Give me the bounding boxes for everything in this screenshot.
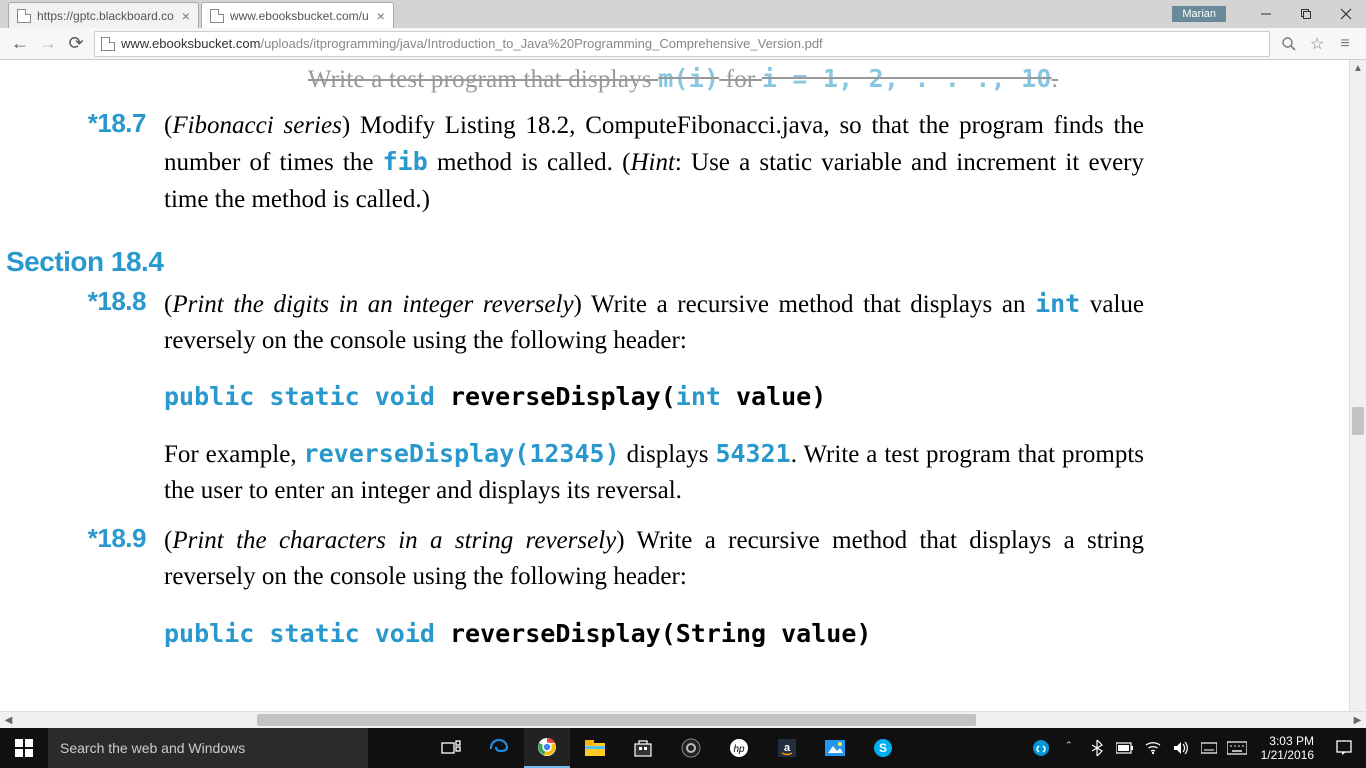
- system-tray: ＾ 3:03 PM 1/21/2016: [1029, 728, 1366, 768]
- time-text: 3:03 PM: [1261, 734, 1314, 748]
- page-icon: [210, 9, 224, 23]
- pdf-viewport[interactable]: Write a test program that displays m(i) …: [0, 60, 1366, 728]
- svg-text:S: S: [879, 741, 887, 755]
- input-icon[interactable]: [1197, 728, 1221, 768]
- reload-button[interactable]: ⟳: [62, 30, 90, 58]
- horizontal-scrollbar[interactable]: ◀ ▶: [0, 711, 1366, 728]
- scroll-track[interactable]: [17, 712, 1349, 728]
- action-center-icon[interactable]: [1326, 739, 1362, 757]
- scroll-thumb[interactable]: [257, 714, 976, 726]
- clock[interactable]: 3:03 PM 1/21/2016: [1253, 734, 1322, 763]
- skype-icon[interactable]: S: [860, 728, 906, 768]
- url-path: /uploads/itprogramming/java/Introduction…: [260, 36, 822, 51]
- pdf-page: Write a test program that displays m(i) …: [0, 60, 1366, 672]
- keyboard-icon[interactable]: [1225, 728, 1249, 768]
- window-controls: Marian: [1172, 0, 1366, 28]
- close-icon[interactable]: ×: [182, 8, 190, 24]
- hp-assist-icon[interactable]: [1029, 728, 1053, 768]
- close-button[interactable]: [1326, 0, 1366, 28]
- menu-icon[interactable]: ≡: [1334, 33, 1356, 55]
- photos-icon[interactable]: [812, 728, 858, 768]
- exercise-number: *18.8: [52, 286, 164, 509]
- partial-cutoff-line: Write a test program that displays m(i) …: [0, 64, 1366, 94]
- wifi-icon[interactable]: [1141, 728, 1165, 768]
- address-bar: ← → ⟳ www.ebooksbucket.com/uploads/itpro…: [0, 28, 1366, 60]
- exercise-body: (Print the digits in an integer reversel…: [164, 286, 1144, 509]
- scroll-up-arrow[interactable]: ▲: [1350, 60, 1366, 77]
- scroll-track[interactable]: [1350, 77, 1366, 711]
- tray-chevron-icon[interactable]: ＾: [1057, 728, 1081, 768]
- svg-text:a: a: [784, 742, 791, 754]
- tab-ebooksbucket[interactable]: www.ebooksbucket.com/u ×: [201, 2, 394, 28]
- tab-title: www.ebooksbucket.com/u: [230, 9, 369, 23]
- page-icon: [17, 9, 31, 23]
- forward-button[interactable]: →: [34, 30, 62, 58]
- date-text: 1/21/2016: [1261, 748, 1314, 762]
- search-input[interactable]: Search the web and Windows: [48, 728, 368, 768]
- amazon-icon[interactable]: a: [764, 728, 810, 768]
- tab-title: https://gptc.blackboard.co: [37, 9, 174, 23]
- start-button[interactable]: [0, 728, 48, 768]
- exercise-18-8: *18.8 (Print the digits in an integer re…: [52, 286, 1326, 509]
- minimize-button[interactable]: [1246, 0, 1286, 28]
- exercise-18-9: *18.9 (Print the characters in a string …: [52, 523, 1326, 672]
- vertical-scrollbar[interactable]: ▲ ▼: [1349, 60, 1366, 728]
- hp-icon[interactable]: hp: [716, 728, 762, 768]
- zoom-icon[interactable]: [1278, 33, 1300, 55]
- bluetooth-icon[interactable]: [1085, 728, 1109, 768]
- tab-bar: https://gptc.blackboard.co × www.ebooksb…: [0, 0, 1366, 28]
- url-host: www.ebooksbucket.com: [121, 36, 260, 51]
- svg-text:hp: hp: [733, 744, 745, 755]
- page-icon: [101, 37, 115, 51]
- chrome-icon[interactable]: [524, 728, 570, 768]
- task-view-icon[interactable]: [428, 728, 474, 768]
- exercise-18-7: *18.7 (Fibonacci series) Modify Listing …: [52, 108, 1326, 218]
- bookmark-icon[interactable]: ☆: [1306, 33, 1328, 55]
- exercise-body: (Fibonacci series) Modify Listing 18.2, …: [164, 108, 1144, 218]
- code-signature: public static void reverseDisplay(String…: [164, 616, 1144, 652]
- scroll-left-arrow[interactable]: ◀: [0, 715, 17, 726]
- back-button[interactable]: ←: [6, 30, 34, 58]
- scroll-thumb[interactable]: [1352, 407, 1364, 435]
- tab-blackboard[interactable]: https://gptc.blackboard.co ×: [8, 2, 199, 28]
- maximize-button[interactable]: [1286, 0, 1326, 28]
- obs-icon[interactable]: [668, 728, 714, 768]
- scroll-right-arrow[interactable]: ▶: [1349, 715, 1366, 726]
- section-heading: Section 18.4: [6, 246, 1366, 278]
- search-placeholder: Search the web and Windows: [60, 740, 245, 756]
- exercise-number: *18.7: [52, 108, 164, 218]
- close-icon[interactable]: ×: [377, 8, 385, 24]
- exercise-body: (Print the characters in a string revers…: [164, 523, 1144, 672]
- battery-icon[interactable]: [1113, 728, 1137, 768]
- profile-badge[interactable]: Marian: [1172, 6, 1226, 22]
- file-explorer-icon[interactable]: [572, 728, 618, 768]
- volume-icon[interactable]: [1169, 728, 1193, 768]
- code-signature: public static void reverseDisplay(int va…: [164, 379, 1144, 415]
- url-input[interactable]: www.ebooksbucket.com/uploads/itprogrammi…: [94, 31, 1270, 57]
- exercise-number: *18.9: [52, 523, 164, 672]
- edge-icon[interactable]: [476, 728, 522, 768]
- store-icon[interactable]: [620, 728, 666, 768]
- task-icons: hp a S: [428, 728, 906, 768]
- taskbar: Search the web and Windows hp a S ＾ 3:03…: [0, 728, 1366, 768]
